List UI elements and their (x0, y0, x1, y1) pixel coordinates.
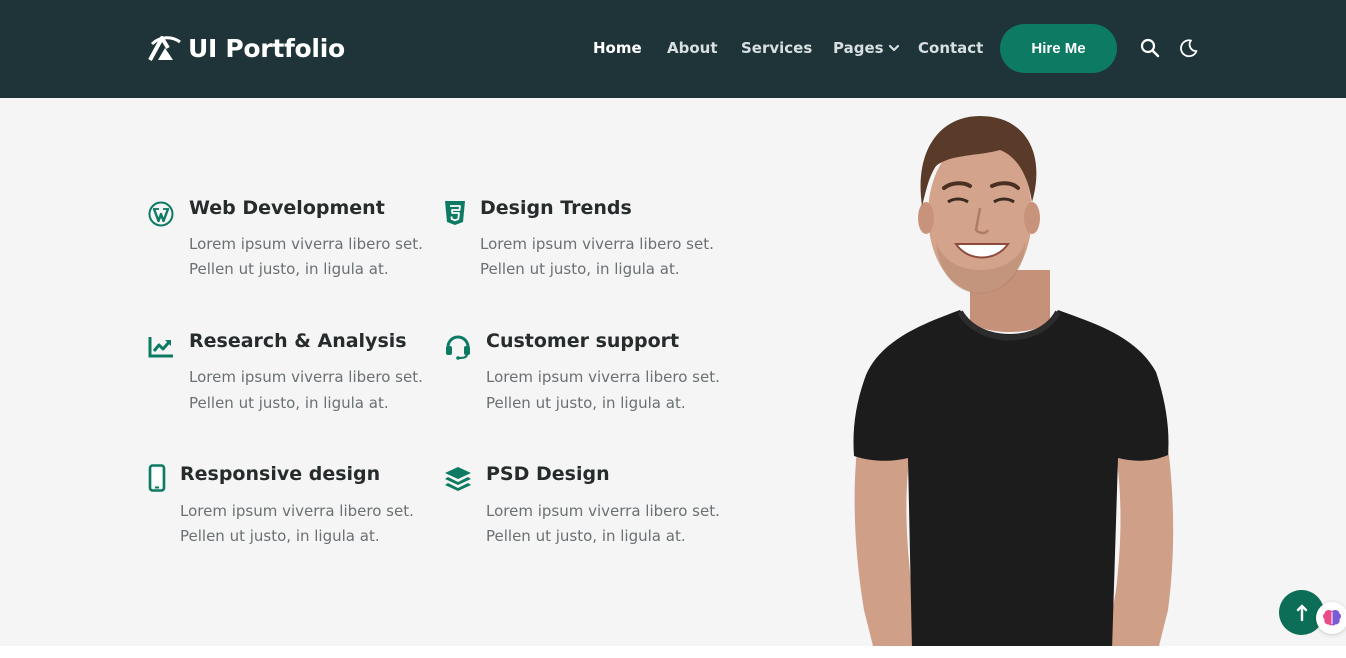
feature-title: Web Development (189, 197, 385, 219)
feature-desc-line: Lorem ipsum viverra libero set. (189, 368, 423, 386)
feature-desc-line: Lorem ipsum viverra libero set. (486, 368, 720, 386)
nav-pages[interactable]: Pages (833, 36, 899, 60)
feature-desc-line: Lorem ipsum viverra libero set. (480, 235, 714, 253)
feature-desc-line: Pellen ut justo, in ligula at. (486, 394, 686, 412)
headset-icon (444, 332, 472, 360)
wordpress-icon (147, 200, 175, 228)
layers-icon (444, 465, 472, 493)
portrait-image (853, 116, 1174, 646)
nav-services[interactable]: Services (741, 36, 812, 60)
feature-title: Design Trends (480, 197, 632, 219)
feature-desc-line: Pellen ut justo, in ligula at. (486, 527, 686, 545)
feature-desc-line: Lorem ipsum viverra libero set. (180, 502, 414, 520)
feature-title: Customer support (486, 330, 680, 352)
feature-desc-line: Lorem ipsum viverra libero set. (486, 502, 720, 520)
logo-icon (148, 36, 181, 61)
brain-icon (1323, 609, 1341, 626)
feature-desc-line: Pellen ut justo, in ligula at. (189, 260, 389, 278)
feature-desc-line: Pellen ut justo, in ligula at. (189, 394, 389, 412)
feature-desc-line: Pellen ut justo, in ligula at. (180, 527, 380, 545)
search-button[interactable] (1139, 37, 1161, 59)
chart-line-icon (147, 333, 175, 361)
chevron-down-icon (888, 44, 899, 52)
nav-home[interactable]: Home (593, 36, 642, 60)
nav-contact[interactable]: Contact (918, 36, 983, 60)
feature-desc-line: Pellen ut justo, in ligula at. (480, 260, 680, 278)
site-header: UI Portfolio Home About Services Pages C… (0, 0, 1346, 98)
assistant-button[interactable] (1316, 602, 1346, 634)
arrow-up-icon (1296, 604, 1307, 621)
feature-desc-line: Lorem ipsum viverra libero set. (189, 235, 423, 253)
feature-title: PSD Design (486, 463, 610, 485)
nav-about[interactable]: About (667, 36, 718, 60)
nav-pages-label: Pages (833, 39, 884, 57)
feature-title: Responsive design (180, 463, 381, 485)
services-section: Web Development Lorem ipsum viverra libe… (0, 98, 1346, 646)
theme-toggle-button[interactable] (1178, 37, 1200, 59)
css3-icon (441, 199, 469, 227)
feature-title: Research & Analysis (189, 330, 407, 352)
moon-icon (1180, 39, 1198, 58)
brand-name: UI Portfolio (188, 33, 345, 63)
brand-logo[interactable]: UI Portfolio (148, 31, 345, 65)
search-icon (1140, 38, 1160, 58)
hire-me-button[interactable]: Hire Me (1000, 24, 1117, 73)
mobile-icon (143, 464, 171, 492)
